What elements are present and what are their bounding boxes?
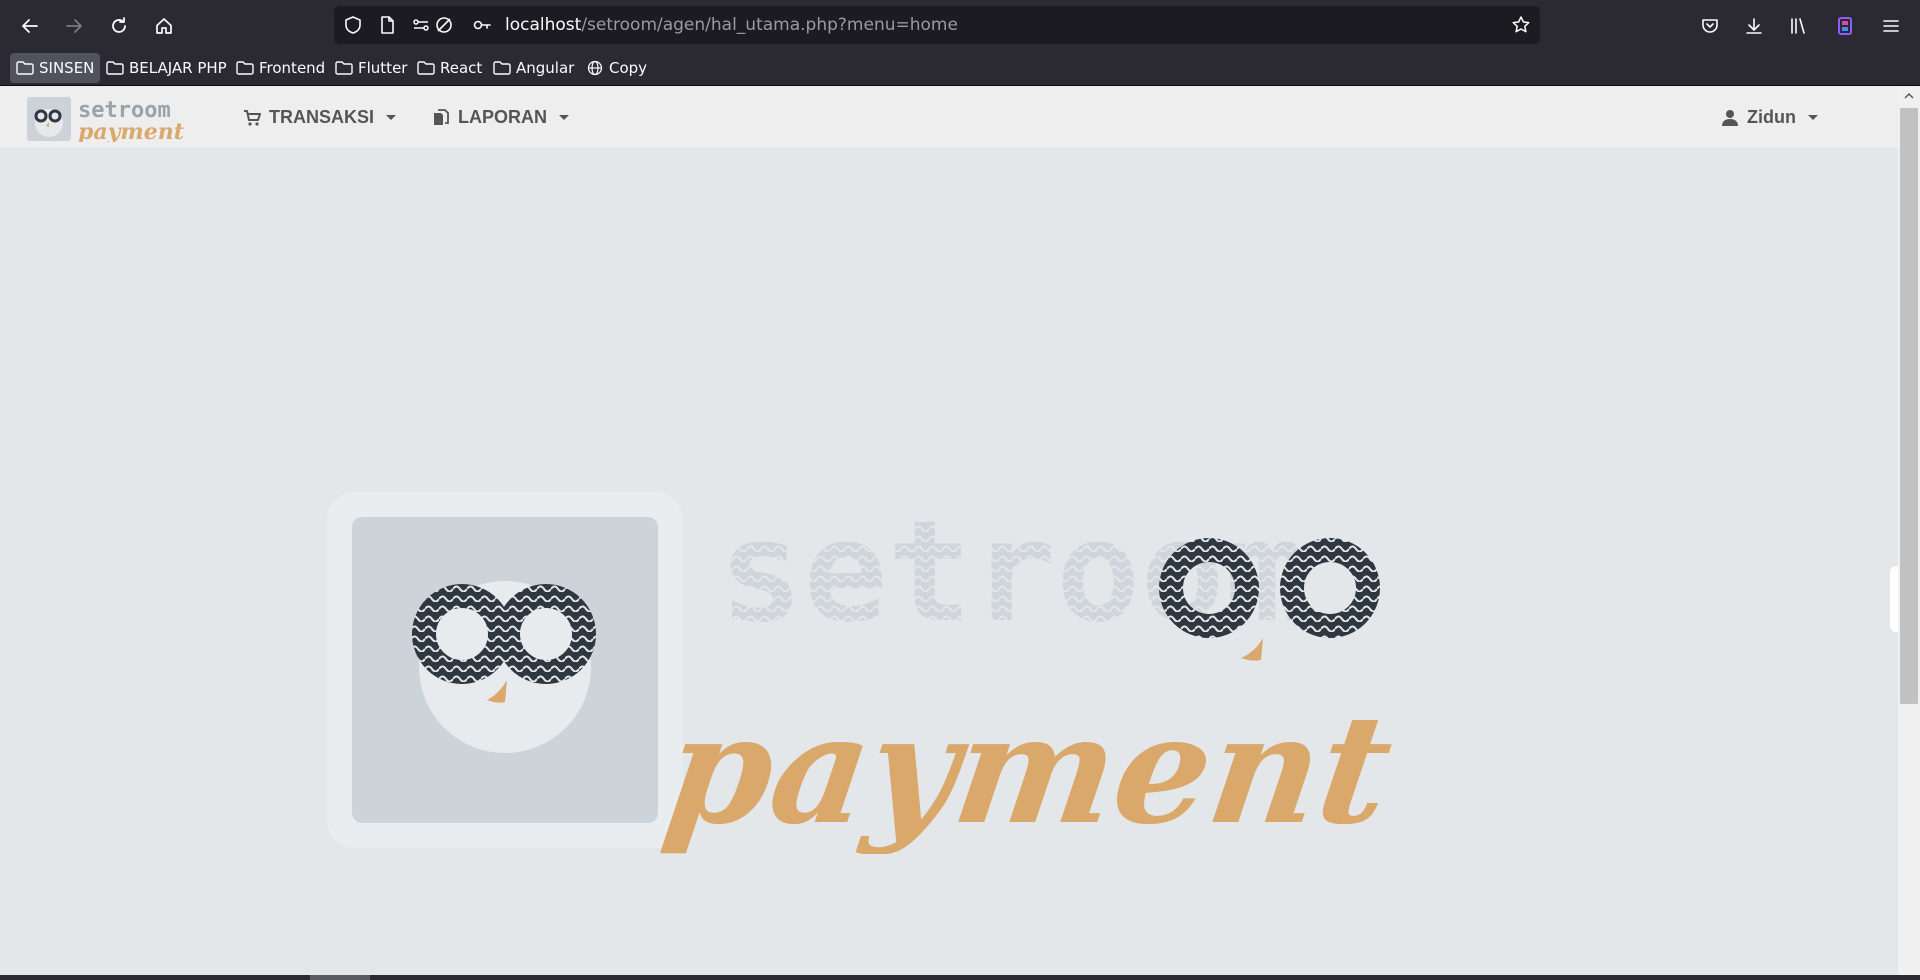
menu-icon[interactable] [1875,10,1907,42]
bookmark-flutter[interactable]: Flutter [329,53,413,83]
bookmark-label: Copy [609,59,648,77]
back-icon[interactable] [14,10,46,42]
navbar: setroom payment TRANSAKSI LAPORAN Zidun [0,86,1898,149]
user-name: Zidun [1747,107,1796,127]
brand-text-payment: payment [78,119,184,142]
bookmark-angular[interactable]: Angular [487,53,580,83]
url-host: localhost [505,15,582,35]
bookmark-frontend[interactable]: Frontend [230,53,331,83]
caret-down-icon [559,115,569,120]
browser-toolbar: localhost/setroom/agen/hal_utama.php?men… [0,0,1920,50]
nav-laporan-label: LAPORAN [458,107,547,127]
user-menu-dropdown[interactable]: Zidun [1721,86,1818,149]
bookmark-belajar-php[interactable]: BELAJAR PHP [100,53,233,83]
folder-icon [335,61,353,75]
hero-eye-right [1280,538,1380,638]
bookmark-copy[interactable]: Copy [580,53,653,83]
bookmark-label: React [440,59,483,77]
vertical-scrollbar[interactable] [1898,86,1920,975]
bookmark-label: SINSEN [39,59,95,77]
pocket-icon[interactable] [1694,10,1726,42]
caret-down-icon [1807,115,1818,120]
bookmark-label: Angular [516,59,575,77]
bookmark-sinsen[interactable]: SINSEN [10,53,101,83]
scroll-up-arrow-icon[interactable] [1898,86,1920,106]
scrollbar-thumb[interactable] [1900,108,1918,704]
hero-logo: setroom payment [327,492,1403,854]
folder-icon [417,61,435,75]
sidebar-toggle-tab[interactable]: ‹ [1890,566,1898,632]
downloads-icon[interactable] [1738,10,1770,42]
globe-icon [587,60,603,76]
files-icon [432,108,450,127]
permissions-icon[interactable] [411,15,431,35]
folder-icon [106,61,124,75]
folder-icon [493,61,511,75]
bookmarks-bar: SINSEN BELAJAR PHP Frontend Flutter Reac… [0,50,1920,86]
nav-transaksi-label: TRANSAKSI [269,107,375,127]
folder-icon [236,61,254,75]
extension-icon[interactable] [1829,10,1861,42]
bookmark-label: Flutter [358,59,408,77]
user-icon [1721,109,1739,127]
library-icon[interactable] [1782,10,1814,42]
bookmark-react[interactable]: React [411,53,488,83]
horizontal-scrollbar-thumb[interactable] [310,975,370,980]
bookmark-star-icon[interactable] [1511,15,1531,35]
forward-icon[interactable] [58,10,90,42]
url-bar[interactable]: localhost/setroom/agen/hal_utama.php?men… [334,6,1540,44]
bookmark-label: BELAJAR PHP [129,59,227,77]
key-icon[interactable] [472,15,492,35]
url-text[interactable]: localhost/setroom/agen/hal_utama.php?men… [505,15,958,35]
caret-down-icon [386,115,397,120]
page-viewport: setroom payment TRANSAKSI LAPORAN Zidun [0,86,1898,975]
nav-laporan-dropdown[interactable]: LAPORAN [432,86,569,149]
nav-transaksi-dropdown[interactable]: TRANSAKSI [243,86,397,149]
cart-icon [243,109,261,127]
page-icon[interactable] [377,15,397,35]
url-path: /setroom/agen/hal_utama.php?menu=home [581,15,958,35]
hero-owl-icon [327,492,683,848]
horizontal-scrollbar[interactable] [0,975,1920,980]
shield-icon[interactable] [343,15,363,35]
tracking-blocked-icon[interactable] [434,15,454,35]
reload-icon[interactable] [103,10,135,42]
folder-icon [16,61,34,75]
hero-text-payment: payment [656,681,1403,854]
brand-logo[interactable]: setroom payment [26,96,202,142]
bookmark-label: Frontend [259,59,326,77]
home-icon[interactable] [148,10,180,42]
